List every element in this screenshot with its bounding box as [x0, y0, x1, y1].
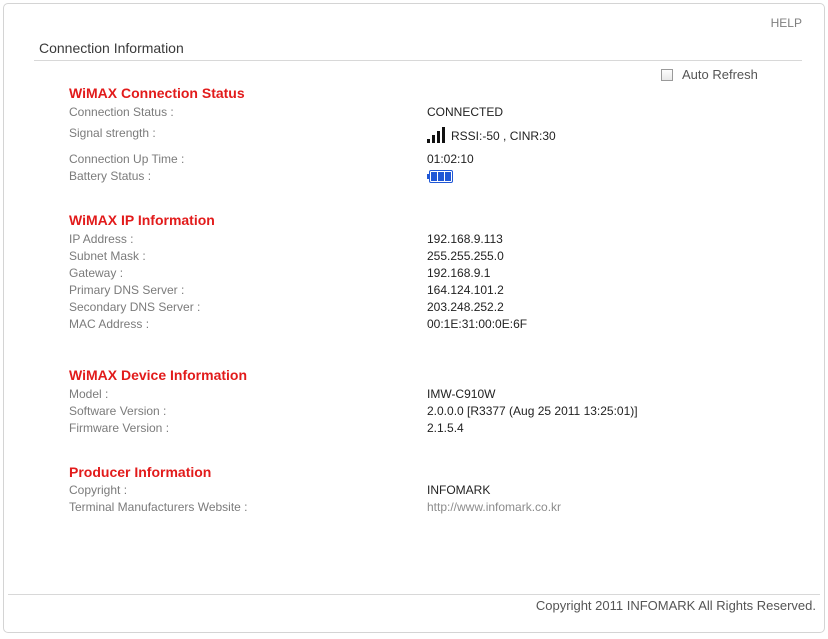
device-info-label: Model :	[69, 387, 109, 401]
signal-bar	[427, 139, 430, 143]
signal-strength-value: RSSI:-50 , CINR:30	[451, 129, 556, 143]
ip-info-label: Subnet Mask :	[69, 249, 146, 263]
signal-strength-label: Signal strength :	[69, 126, 156, 140]
battery-icon	[427, 170, 453, 184]
website-label: Terminal Manufacturers Website :	[69, 500, 248, 514]
copyright-label: Copyright :	[69, 483, 128, 497]
uptime-label: Connection Up Time :	[69, 152, 185, 166]
ip-info-value: 164.124.101.2	[427, 283, 504, 297]
auto-refresh-label: Auto Refresh	[682, 67, 758, 82]
copyright-value: INFOMARK	[427, 483, 491, 497]
ip-information-heading: WiMAX IP Information	[69, 212, 215, 228]
device-info-value: 2.0.0.0 [R3377 (Aug 25 2011 13:25:01)]	[427, 404, 638, 418]
signal-bar	[437, 131, 440, 143]
ip-info-value: 00:1E:31:00:0E:6F	[427, 317, 528, 331]
uptime-value: 01:02:10	[427, 152, 474, 166]
device-info-label: Firmware Version :	[69, 421, 170, 435]
ip-info-label: Gateway :	[69, 266, 124, 280]
ip-info-label: Secondary DNS Server :	[69, 300, 201, 314]
battery-cell	[445, 172, 451, 182]
signal-bar	[442, 127, 445, 143]
producer-information-heading: Producer Information	[69, 464, 212, 480]
signal-strength-value-wrap: RSSI:-50 , CINR:30	[427, 126, 556, 143]
battery-cell	[438, 172, 444, 182]
ip-info-label: IP Address :	[69, 232, 134, 246]
ip-info-value: 192.168.9.113	[427, 232, 503, 246]
connection-info-panel: HELP Connection Information Auto Refresh…	[3, 3, 825, 633]
device-info-value: 2.1.5.4	[427, 421, 464, 435]
ip-info-value: 255.255.255.0	[427, 249, 504, 263]
connection-status-label: Connection Status :	[69, 105, 174, 119]
footer-copyright: Copyright 2011 INFOMARK All Rights Reser…	[535, 598, 816, 613]
ip-info-value: 192.168.9.1	[427, 266, 491, 280]
battery-value	[427, 169, 453, 184]
battery-cell	[431, 172, 437, 182]
device-info-label: Software Version :	[69, 404, 167, 418]
ip-info-label: MAC Address :	[69, 317, 150, 331]
ip-info-value: 203.248.252.2	[427, 300, 504, 314]
device-information-heading: WiMAX Device Information	[69, 367, 248, 383]
page-title: Connection Information	[39, 40, 184, 56]
connection-status-heading: WiMAX Connection Status	[69, 85, 245, 101]
signal-bar	[432, 135, 435, 143]
auto-refresh-toggle[interactable]: Auto Refresh	[661, 67, 758, 82]
website-link[interactable]: http://www.infomark.co.kr	[427, 500, 561, 514]
auto-refresh-checkbox[interactable]	[661, 68, 673, 81]
footer-divider	[8, 594, 820, 595]
help-link[interactable]: HELP	[771, 16, 802, 30]
ip-info-label: Primary DNS Server :	[69, 283, 185, 297]
title-divider	[34, 60, 802, 61]
device-info-value: IMW-C910W	[427, 387, 496, 401]
connection-status-value: CONNECTED	[427, 105, 504, 119]
signal-bars-icon	[427, 126, 445, 143]
battery-label: Battery Status :	[69, 169, 152, 183]
